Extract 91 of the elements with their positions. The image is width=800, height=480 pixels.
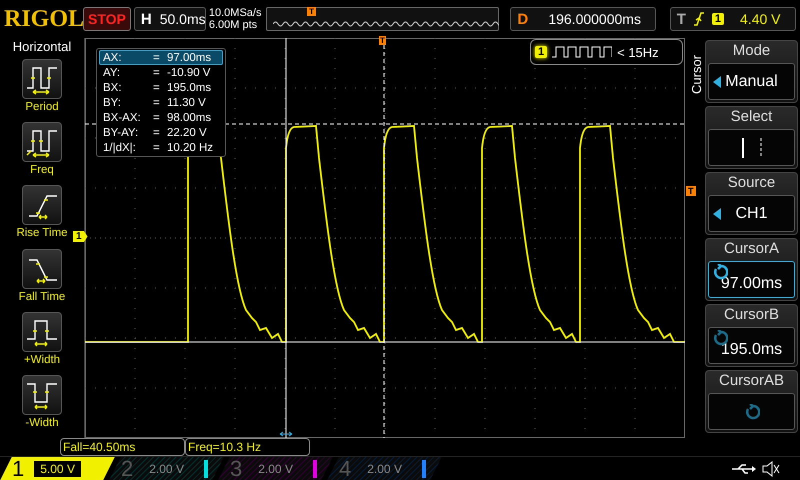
- counter-value: < 15Hz: [617, 44, 659, 60]
- measure-button[interactable]: [22, 374, 62, 415]
- softkey-value: CH1: [735, 204, 768, 222]
- measure-label: -Width: [25, 416, 59, 429]
- readout-label: BY:: [103, 96, 122, 111]
- readout-equals: =: [153, 126, 161, 141]
- readout-value: -10.90 V: [167, 66, 212, 81]
- softkey-field[interactable]: [708, 393, 795, 430]
- channel-tab[interactable]: 2 2.00 V: [109, 456, 224, 480]
- softkey-value: 97.00ms: [720, 274, 782, 292]
- softkey-field[interactable]: [708, 129, 795, 166]
- softkey-field[interactable]: 97.00ms: [708, 261, 795, 298]
- readout-row[interactable]: BY: = 11.30 V: [99, 95, 223, 110]
- pulse-train-icon: [552, 45, 612, 59]
- readout-label: BX:: [103, 81, 123, 96]
- channel-tab[interactable]: 1 5.00 V: [0, 456, 115, 480]
- readout-row[interactable]: 1/|dX|: = 10.20 Hz: [99, 140, 223, 155]
- measurement-result: Freq=10.3 Hz: [185, 438, 310, 456]
- trigger-box[interactable]: T 1 4.40 V: [670, 7, 796, 31]
- readout-label: AY:: [103, 66, 122, 81]
- measure-button[interactable]: [22, 312, 62, 352]
- readout-row[interactable]: BX: = 195.0ms: [99, 80, 223, 95]
- softkey-title: Mode: [732, 42, 770, 61]
- measure-button[interactable]: [22, 59, 62, 99]
- measurement-result: Fall=40.50ms: [60, 438, 185, 456]
- readout-value: 195.0ms: [167, 81, 212, 96]
- left-arrow-icon: [713, 208, 721, 220]
- delay-box[interactable]: D 196.000000ms: [510, 7, 656, 31]
- softkey[interactable]: Select: [705, 106, 798, 169]
- memory-depth: 6.00M pts: [208, 19, 258, 31]
- run-stop-status[interactable]: STOP: [83, 7, 131, 31]
- readout-label: BY-AY:: [103, 126, 140, 141]
- menu-title: Cursor: [689, 54, 705, 94]
- readout-equals: =: [153, 96, 161, 111]
- softkey-title: CursorAB: [718, 372, 784, 391]
- softkey-value: 195.0ms: [720, 340, 782, 358]
- readout-value: 98.00ms: [167, 111, 212, 126]
- readout-row[interactable]: BX-AX: = 98.00ms: [99, 110, 223, 125]
- measure-button[interactable]: [22, 248, 62, 289]
- softkey[interactable]: CursorB 195.0ms: [705, 304, 798, 367]
- softkey[interactable]: CursorAB: [705, 370, 798, 433]
- measure-label: Rise Time: [16, 227, 68, 240]
- usb-icon: [732, 462, 756, 474]
- softkey-value: Manual: [725, 72, 778, 90]
- readout-row[interactable]: AX: = 97.00ms: [99, 50, 223, 65]
- trigger-level-marker: T: [686, 186, 696, 196]
- readout-equals: =: [153, 111, 161, 126]
- speaker-muted-icon: [762, 460, 780, 476]
- readout-equals: =: [153, 51, 161, 66]
- softkey-title: CursorA: [724, 240, 779, 259]
- softkey[interactable]: Mode Manual: [705, 40, 798, 103]
- channel-tab[interactable]: 4 2.00 V: [327, 456, 442, 480]
- readout-equals: =: [153, 66, 161, 81]
- readout-value: 97.00ms: [167, 51, 212, 66]
- readout-value: 10.20 Hz: [167, 141, 214, 156]
- measure-label: Freq: [30, 164, 54, 176]
- softkey-title: CursorB: [724, 306, 779, 325]
- readout-value: 11.30 V: [167, 96, 207, 111]
- measure-label: +Width: [24, 354, 60, 366]
- softkey-title: Source: [728, 174, 776, 193]
- channel-tab[interactable]: 3 2.00 V: [218, 456, 333, 480]
- readout-row[interactable]: AY: = -10.90 V: [99, 65, 223, 80]
- readout-equals: =: [153, 141, 161, 156]
- measure-label: Fall Time: [18, 290, 66, 303]
- channel-badge: 1: [712, 13, 724, 25]
- readout-equals: =: [153, 81, 161, 96]
- rotate-knob-icon: [744, 404, 760, 420]
- trigger-position-marker: T: [307, 7, 316, 16]
- trigger-position-marker: T: [379, 36, 386, 45]
- channel-offset-marker: 1: [73, 231, 88, 242]
- left-arrow-icon: [713, 76, 721, 88]
- softkey-field[interactable]: 195.0ms: [708, 327, 795, 364]
- readout-label: BX-AX:: [103, 111, 142, 126]
- channel-badge: 1: [535, 46, 548, 58]
- softkey[interactable]: Source CH1: [705, 172, 798, 235]
- measure-button[interactable]: [22, 185, 62, 226]
- cursor-handle-icon[interactable]: [280, 432, 292, 436]
- softkey-field[interactable]: Manual: [708, 63, 795, 100]
- measure-button[interactable]: [22, 122, 62, 162]
- readout-value: 22.20 V: [167, 126, 208, 141]
- softkey[interactable]: CursorA 97.00ms: [705, 238, 798, 301]
- softkey-title: Select: [730, 108, 772, 127]
- measure-label: Period: [25, 101, 59, 113]
- softkey-field[interactable]: CH1: [708, 195, 795, 232]
- menu-title: Horizontal: [12, 39, 72, 54]
- rising-edge-icon: [694, 12, 704, 26]
- readout-row[interactable]: BY-AY: = 22.20 V: [99, 125, 223, 140]
- timebase-box[interactable]: H 50.0ms: [134, 7, 206, 31]
- sample-rate: 10.0MSa/s: [208, 7, 262, 19]
- readout-label: AX:: [103, 51, 123, 66]
- readout-label: 1/|dX|:: [103, 141, 137, 156]
